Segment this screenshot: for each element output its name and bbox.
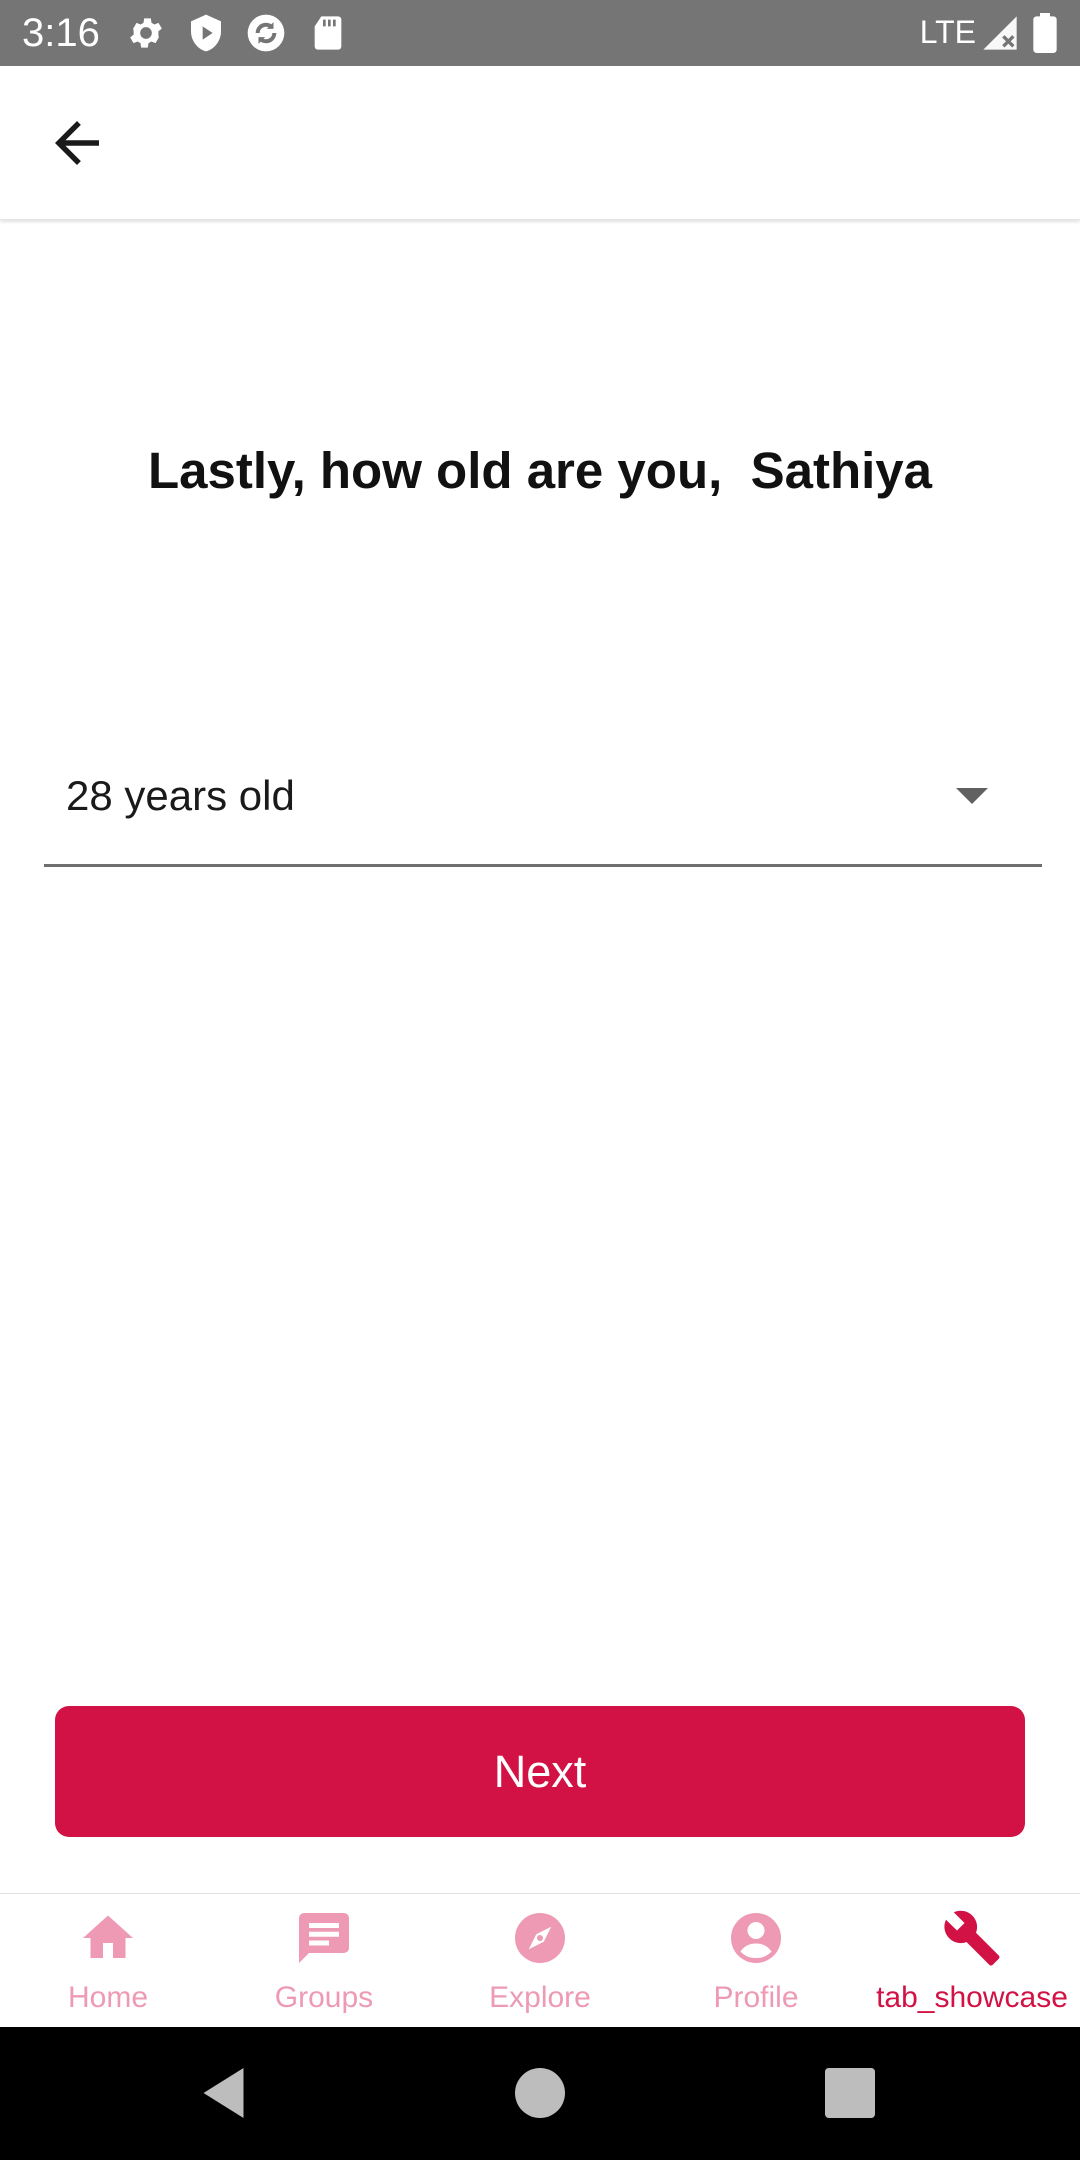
battery-icon	[1033, 13, 1057, 53]
status-bar: 3:16 LTE	[0, 0, 1080, 66]
signal-icon	[983, 16, 1017, 50]
age-dropdown-value: 28 years old	[66, 772, 295, 819]
nav-item-home[interactable]: Home	[0, 1894, 216, 2028]
arrow-back-icon[interactable]	[44, 110, 110, 176]
system-nav-bar	[0, 2027, 1080, 2160]
nav-label-tab-showcase: tab_showcase	[876, 1981, 1068, 2014]
sync-icon	[247, 14, 285, 52]
back-triangle-icon[interactable]	[196, 2063, 256, 2123]
wrench-icon	[944, 1910, 1000, 1966]
recents-square-icon[interactable]	[820, 2063, 880, 2123]
sd-card-icon	[314, 16, 342, 50]
bottom-nav: Home Groups Explore Profile tab_showcase	[0, 1893, 1080, 2028]
gear-icon	[130, 18, 162, 48]
home-circle-icon[interactable]	[510, 2063, 570, 2123]
nav-item-profile[interactable]: Profile	[648, 1894, 864, 2028]
next-button[interactable]: Next	[55, 1706, 1025, 1837]
nav-label-explore: Explore	[489, 1981, 591, 2014]
nav-item-groups[interactable]: Groups	[216, 1894, 432, 2028]
shield-play-icon	[191, 14, 221, 52]
nav-label-home: Home	[67, 1981, 149, 2014]
app-bar	[0, 66, 1080, 220]
home-icon	[83, 1915, 133, 1958]
screen: 3:16 LTE Lastly, how old are you, Sathiy…	[0, 0, 1080, 2160]
network-type: LTE	[919, 14, 976, 50]
status-time: 3:16	[22, 11, 100, 55]
page-title: Lastly, how old are you, Sathiya	[147, 442, 933, 499]
chat-icon	[299, 1913, 349, 1963]
nav-label-profile: Profile	[713, 1981, 799, 2014]
nav-item-tab-showcase[interactable]: tab_showcase	[864, 1894, 1080, 2028]
nav-item-explore[interactable]: Explore	[432, 1894, 648, 2028]
age-dropdown[interactable]: 28 years old	[44, 740, 1042, 867]
nav-label-groups: Groups	[274, 1981, 374, 2014]
account-icon	[731, 1913, 781, 1963]
compass-icon	[515, 1913, 565, 1963]
dropdown-arrow-icon	[956, 788, 988, 804]
